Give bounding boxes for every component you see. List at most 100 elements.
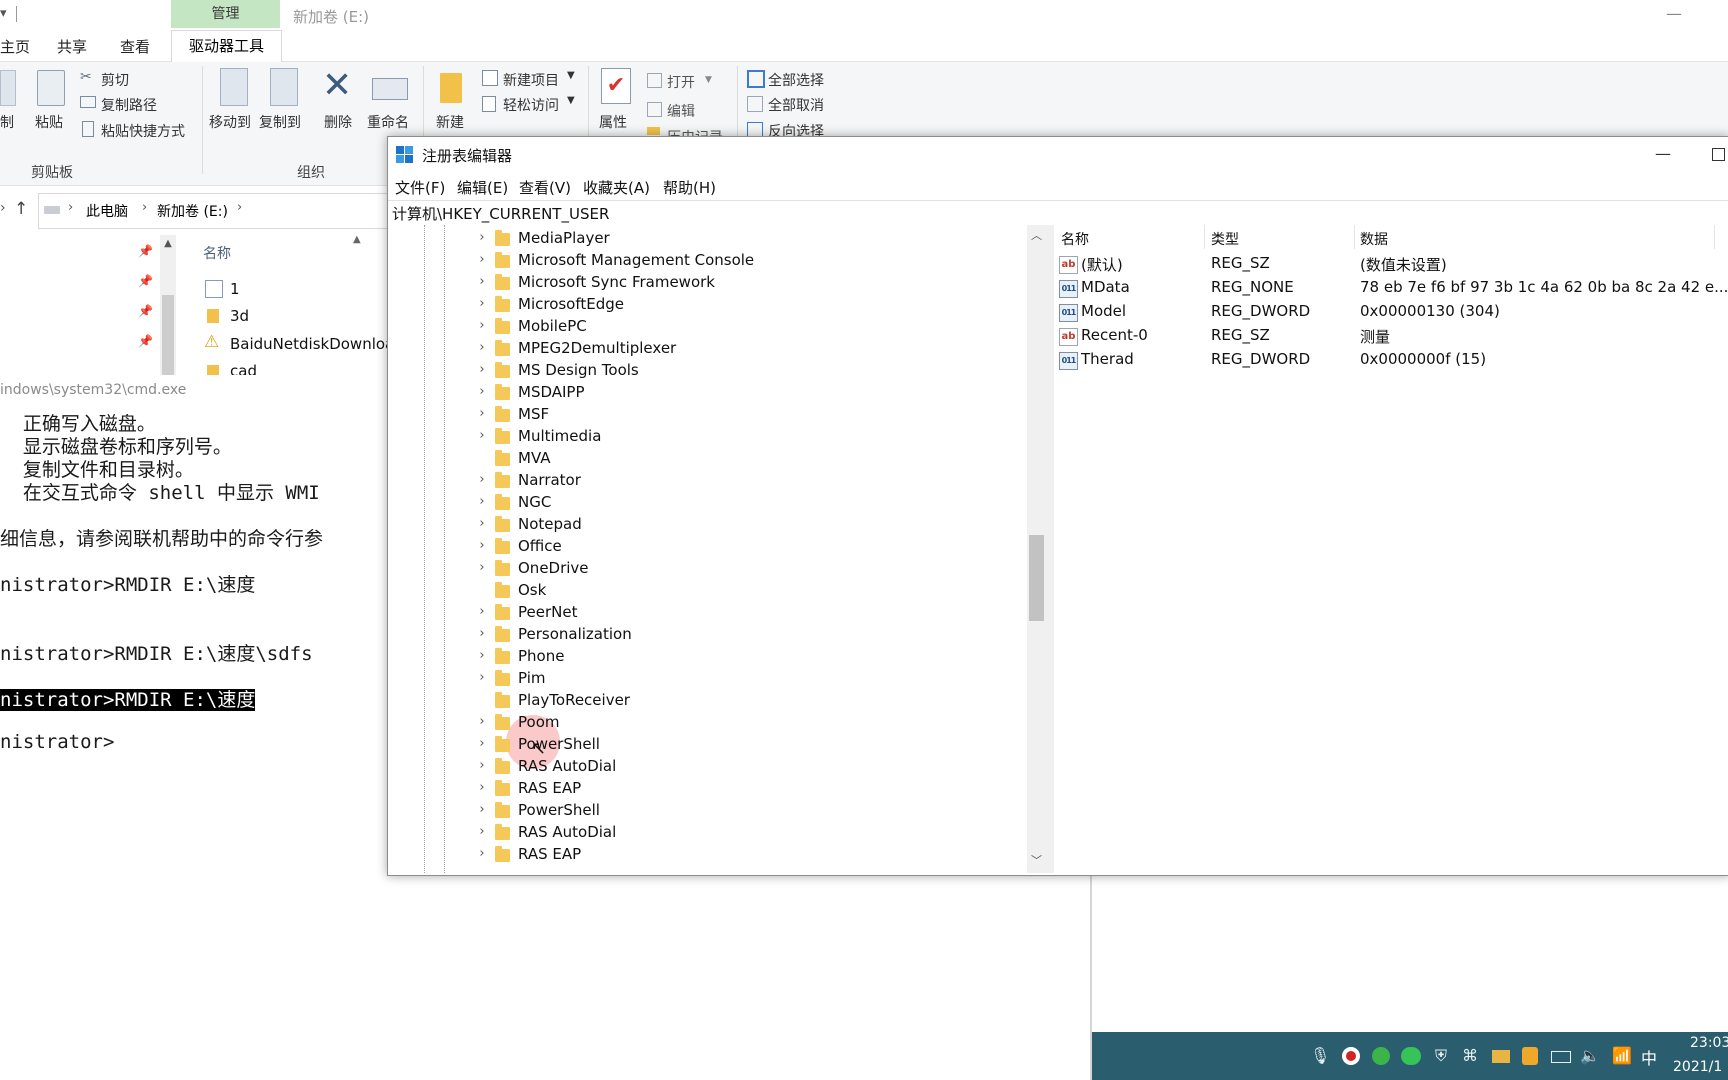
expand-chevron-icon[interactable]: › bbox=[475, 469, 489, 491]
expand-chevron-icon[interactable]: › bbox=[475, 337, 489, 359]
value-type[interactable]: REG_DWORD bbox=[1211, 350, 1310, 368]
select-all-button[interactable]: 全部选择 bbox=[768, 70, 824, 90]
expand-chevron-icon[interactable]: › bbox=[475, 403, 489, 425]
breadcrumb-this-pc[interactable]: 此电脑 bbox=[86, 201, 128, 221]
expand-chevron-icon[interactable]: › bbox=[475, 777, 489, 799]
tree-item[interactable]: RAS EAP bbox=[518, 777, 581, 799]
properties-checkmark-icon[interactable]: ✔ bbox=[601, 68, 631, 104]
expand-chevron-icon[interactable]: › bbox=[475, 491, 489, 513]
bookmark-icon[interactable]: ⌘ bbox=[1460, 1046, 1480, 1066]
value-data[interactable]: 0x0000000f (15) bbox=[1360, 350, 1486, 368]
up-arrow-icon[interactable]: ↑ bbox=[14, 199, 28, 219]
menu-help[interactable]: 帮助(H) bbox=[663, 177, 716, 198]
expand-chevron-icon[interactable]: › bbox=[475, 557, 489, 579]
value-data[interactable]: 0x00000130 (304) bbox=[1360, 302, 1500, 320]
list-item[interactable]: 1 bbox=[230, 280, 240, 298]
tree-item[interactable]: MobilePC bbox=[518, 315, 587, 337]
tree-item[interactable]: Personalization bbox=[518, 623, 632, 645]
pin-icon[interactable]: 📌 bbox=[138, 244, 153, 258]
menu-view[interactable]: 查看(V) bbox=[519, 177, 571, 198]
column-header-data[interactable]: 数据 bbox=[1360, 229, 1388, 249]
new-folder-button[interactable]: 新建 bbox=[436, 112, 464, 132]
shield-icon[interactable]: ⛨ bbox=[1431, 1046, 1451, 1066]
column-header-name[interactable]: 名称 bbox=[203, 243, 231, 263]
green-app-icon[interactable] bbox=[1372, 1047, 1390, 1065]
rename-icon[interactable] bbox=[372, 78, 408, 100]
tree-item[interactable]: MSF bbox=[518, 403, 549, 425]
tree-item[interactable]: PlayToReceiver bbox=[518, 689, 630, 711]
registry-values-pane[interactable] bbox=[1054, 225, 1728, 873]
history-button[interactable]: 历史记录 bbox=[667, 127, 723, 136]
paste-icon[interactable] bbox=[37, 70, 65, 106]
expand-chevron-icon[interactable]: › bbox=[475, 667, 489, 689]
security-shield-icon[interactable] bbox=[1522, 1047, 1538, 1065]
ime-indicator[interactable]: 中 bbox=[1641, 1045, 1657, 1069]
copy-to-icon[interactable] bbox=[270, 68, 298, 106]
tree-item[interactable]: PowerShell bbox=[518, 799, 600, 821]
clock-date[interactable]: 2021/1 bbox=[1673, 1057, 1722, 1077]
tree-item[interactable]: MicrosoftEdge bbox=[518, 293, 624, 315]
tab-home[interactable]: 主页 bbox=[0, 36, 30, 57]
pin-icon[interactable]: 📌 bbox=[138, 274, 153, 288]
expand-chevron-icon[interactable]: › bbox=[475, 799, 489, 821]
move-to-icon[interactable] bbox=[220, 68, 248, 106]
tree-scroll-thumb[interactable] bbox=[1029, 535, 1044, 621]
new-item-dropdown-icon[interactable]: ▼ bbox=[567, 70, 575, 81]
tree-item[interactable]: Microsoft Management Console bbox=[518, 249, 754, 271]
record-icon[interactable] bbox=[1342, 1047, 1360, 1065]
menu-file[interactable]: 文件(F) bbox=[395, 177, 445, 198]
value-name[interactable]: Recent-0 bbox=[1081, 326, 1148, 344]
rename-button[interactable]: 重命名 bbox=[367, 112, 409, 132]
delete-x-icon[interactable]: ✕ bbox=[322, 66, 352, 106]
regedit-maximize-button[interactable] bbox=[1712, 148, 1725, 161]
wechat-icon[interactable] bbox=[1401, 1047, 1421, 1065]
regedit-address-text[interactable]: 计算机\HKEY_CURRENT_USER bbox=[392, 203, 609, 224]
tree-item[interactable]: RAS AutoDial bbox=[518, 755, 616, 777]
list-item[interactable]: 3d bbox=[230, 307, 249, 325]
expand-chevron-icon[interactable]: › bbox=[475, 513, 489, 535]
nav-pane-scroll-thumb[interactable] bbox=[162, 295, 174, 375]
tree-item[interactable]: MediaPlayer bbox=[518, 227, 610, 249]
open-button[interactable]: 打开 bbox=[667, 72, 695, 92]
easy-access-button[interactable]: 轻松访问 bbox=[503, 95, 559, 115]
tree-item[interactable]: Pim bbox=[518, 667, 546, 689]
paste-button[interactable]: 粘贴 bbox=[35, 112, 63, 132]
expand-chevron-icon[interactable]: › bbox=[475, 381, 489, 403]
tab-share[interactable]: 共享 bbox=[57, 36, 87, 57]
copy-to-button[interactable]: 复制到 bbox=[259, 112, 301, 132]
tree-item[interactable]: PeerNet bbox=[518, 601, 577, 623]
tree-item[interactable]: RAS AutoDial bbox=[518, 821, 616, 843]
wifi-icon[interactable]: 📶 bbox=[1612, 1046, 1632, 1066]
paste-shortcut-button[interactable]: 粘贴快捷方式 bbox=[101, 121, 185, 141]
copy-button[interactable]: 制 bbox=[0, 112, 14, 132]
tree-item[interactable]: RAS EAP bbox=[518, 843, 581, 865]
tree-item[interactable]: OneDrive bbox=[518, 557, 589, 579]
properties-button[interactable]: 属性 bbox=[599, 112, 627, 132]
cut-button[interactable]: 剪切 bbox=[101, 70, 129, 90]
expand-chevron-icon[interactable]: › bbox=[475, 843, 489, 865]
tree-item[interactable]: Osk bbox=[518, 579, 546, 601]
folder-tray-icon[interactable] bbox=[1492, 1050, 1510, 1063]
expand-chevron-icon[interactable]: › bbox=[475, 271, 489, 293]
expand-chevron-icon[interactable]: › bbox=[475, 755, 489, 777]
delete-button[interactable]: 删除 bbox=[324, 112, 352, 132]
menu-favorites[interactable]: 收藏夹(A) bbox=[583, 177, 650, 198]
tab-manage[interactable]: 管理 bbox=[171, 0, 280, 28]
value-type[interactable]: REG_NONE bbox=[1211, 278, 1294, 296]
breadcrumb-drive-e[interactable]: 新加卷 (E:) bbox=[157, 201, 228, 221]
value-type[interactable]: REG_DWORD bbox=[1211, 302, 1310, 320]
volume-icon[interactable]: 🔈 bbox=[1580, 1046, 1600, 1066]
regedit-minimize-button[interactable]: — bbox=[1652, 144, 1674, 163]
menu-edit[interactable]: 编辑(E) bbox=[457, 177, 508, 198]
open-dropdown-icon[interactable]: ▼ bbox=[705, 75, 712, 85]
tree-item[interactable]: MSDAIPP bbox=[518, 381, 585, 403]
expand-chevron-icon[interactable]: › bbox=[475, 623, 489, 645]
value-type[interactable]: REG_SZ bbox=[1211, 254, 1270, 272]
expand-chevron-icon[interactable]: › bbox=[475, 315, 489, 337]
list-item[interactable]: BaiduNetdiskDownloa bbox=[230, 335, 390, 353]
expand-chevron-icon[interactable]: › bbox=[475, 821, 489, 843]
column-header-name[interactable]: 名称 bbox=[1061, 229, 1089, 249]
tree-item[interactable]: PowerShell bbox=[518, 733, 600, 755]
expand-chevron-icon[interactable]: › bbox=[475, 711, 489, 733]
value-data[interactable]: 78 eb 7e f6 bf 97 3b 1c 4a 62 0b ba 8c 2… bbox=[1360, 278, 1728, 296]
